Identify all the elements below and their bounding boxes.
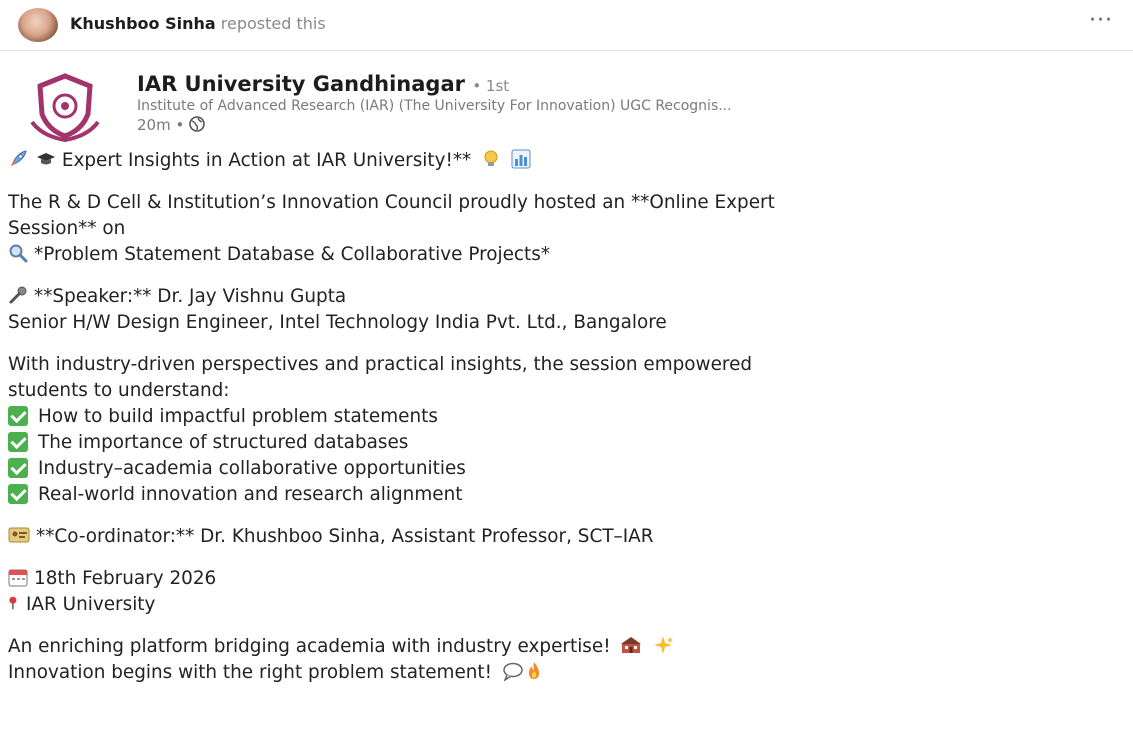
bar-chart-icon bbox=[511, 149, 531, 169]
coordinator-line: **Co-ordinator:** Dr. Khushboo Sinha, As… bbox=[8, 524, 1123, 550]
id-card-icon bbox=[8, 527, 30, 543]
connection-degree: • 1st bbox=[472, 77, 510, 95]
more-options-button[interactable]: ··· bbox=[1081, 8, 1121, 38]
speaker-text: **Speaker:** Dr. Jay Vishnu Gupta bbox=[34, 286, 347, 307]
rocket-icon bbox=[10, 150, 27, 167]
intro-line-2: Session** on bbox=[8, 218, 126, 239]
checklist-text: Industry–academia collaborative opportun… bbox=[38, 458, 466, 479]
globe-icon bbox=[189, 116, 205, 132]
headline-line: Expert Insights in Action at IAR Univers… bbox=[8, 148, 1123, 174]
sparkles-icon bbox=[654, 636, 674, 654]
org-name-label: IAR University Gandhinagar bbox=[137, 72, 465, 96]
lightbulb-icon bbox=[484, 150, 498, 166]
topic-text: *Problem Statement Database & Collaborat… bbox=[34, 244, 551, 265]
topic-line: *Problem Statement Database & Collaborat… bbox=[8, 242, 1123, 268]
checklist-item: Industry–academia collaborative opportun… bbox=[8, 456, 1123, 482]
org-logo[interactable] bbox=[22, 70, 108, 144]
graduation-cap-icon bbox=[36, 153, 55, 165]
fire-icon bbox=[528, 662, 539, 679]
avatar[interactable] bbox=[18, 8, 58, 42]
speaker-line: **Speaker:** Dr. Jay Vishnu Gupta bbox=[8, 284, 1123, 310]
summary-line-1: With industry-driven perspectives and pr… bbox=[8, 354, 753, 375]
pushpin-icon bbox=[9, 596, 17, 610]
microphone-icon bbox=[9, 286, 27, 304]
calendar-icon bbox=[8, 569, 28, 587]
checklist-text: Real-world innovation and research align… bbox=[38, 484, 463, 505]
repost-name[interactable]: Khushboo Sinha bbox=[70, 14, 216, 33]
magnifier-icon bbox=[9, 244, 28, 263]
closing-line-1: An enriching platform bridging academia … bbox=[8, 634, 1123, 660]
repost-header: Khushboo Sinha reposted this ··· bbox=[0, 0, 1133, 51]
date-text: 18th February 2026 bbox=[34, 568, 217, 589]
repost-text: Khushboo Sinha reposted this bbox=[70, 14, 326, 33]
check-icon bbox=[8, 458, 28, 478]
intro-line-1: The R & D Cell & Institution’s Innovatio… bbox=[8, 192, 775, 213]
headline-text: Expert Insights in Action at IAR Univers… bbox=[61, 150, 472, 171]
post-time-label: 20m • bbox=[137, 116, 185, 134]
post-time: 20m • bbox=[137, 116, 205, 134]
school-icon bbox=[621, 637, 642, 653]
coordinator-text: **Co-ordinator:** Dr. Khushboo Sinha, As… bbox=[36, 526, 654, 547]
date-line: 18th February 2026 bbox=[8, 566, 1123, 592]
speech-bubble-icon bbox=[503, 662, 523, 681]
venue-text: IAR University bbox=[26, 594, 156, 615]
closing-text-1: An enriching platform bridging academia … bbox=[8, 636, 611, 657]
repost-action: reposted this bbox=[220, 14, 326, 33]
closing-text-2: Innovation begins with the right problem… bbox=[8, 662, 493, 683]
checklist-text: The importance of structured databases bbox=[38, 432, 409, 453]
post-body: Expert Insights in Action at IAR Univers… bbox=[8, 148, 1123, 686]
check-icon bbox=[8, 406, 28, 426]
check-icon bbox=[8, 484, 28, 504]
summary-line-2: students to understand: bbox=[8, 380, 230, 401]
venue-line: IAR University bbox=[8, 592, 1123, 618]
post-card: Khushboo Sinha reposted this ··· IAR Uni… bbox=[0, 0, 1133, 750]
checklist-text: How to build impactful problem statement… bbox=[38, 406, 438, 427]
checklist-item: How to build impactful problem statement… bbox=[8, 404, 1123, 430]
checklist-item: Real-world innovation and research align… bbox=[8, 482, 1123, 508]
org-subtitle: Institute of Advanced Research (IAR) (Th… bbox=[137, 98, 732, 114]
closing-line-2: Innovation begins with the right problem… bbox=[8, 660, 1123, 686]
check-icon bbox=[8, 432, 28, 452]
checklist-item: The importance of structured databases bbox=[8, 430, 1123, 456]
org-name[interactable]: IAR University Gandhinagar • 1st bbox=[137, 72, 509, 96]
speaker-role: Senior H/W Design Engineer, Intel Techno… bbox=[8, 312, 667, 333]
